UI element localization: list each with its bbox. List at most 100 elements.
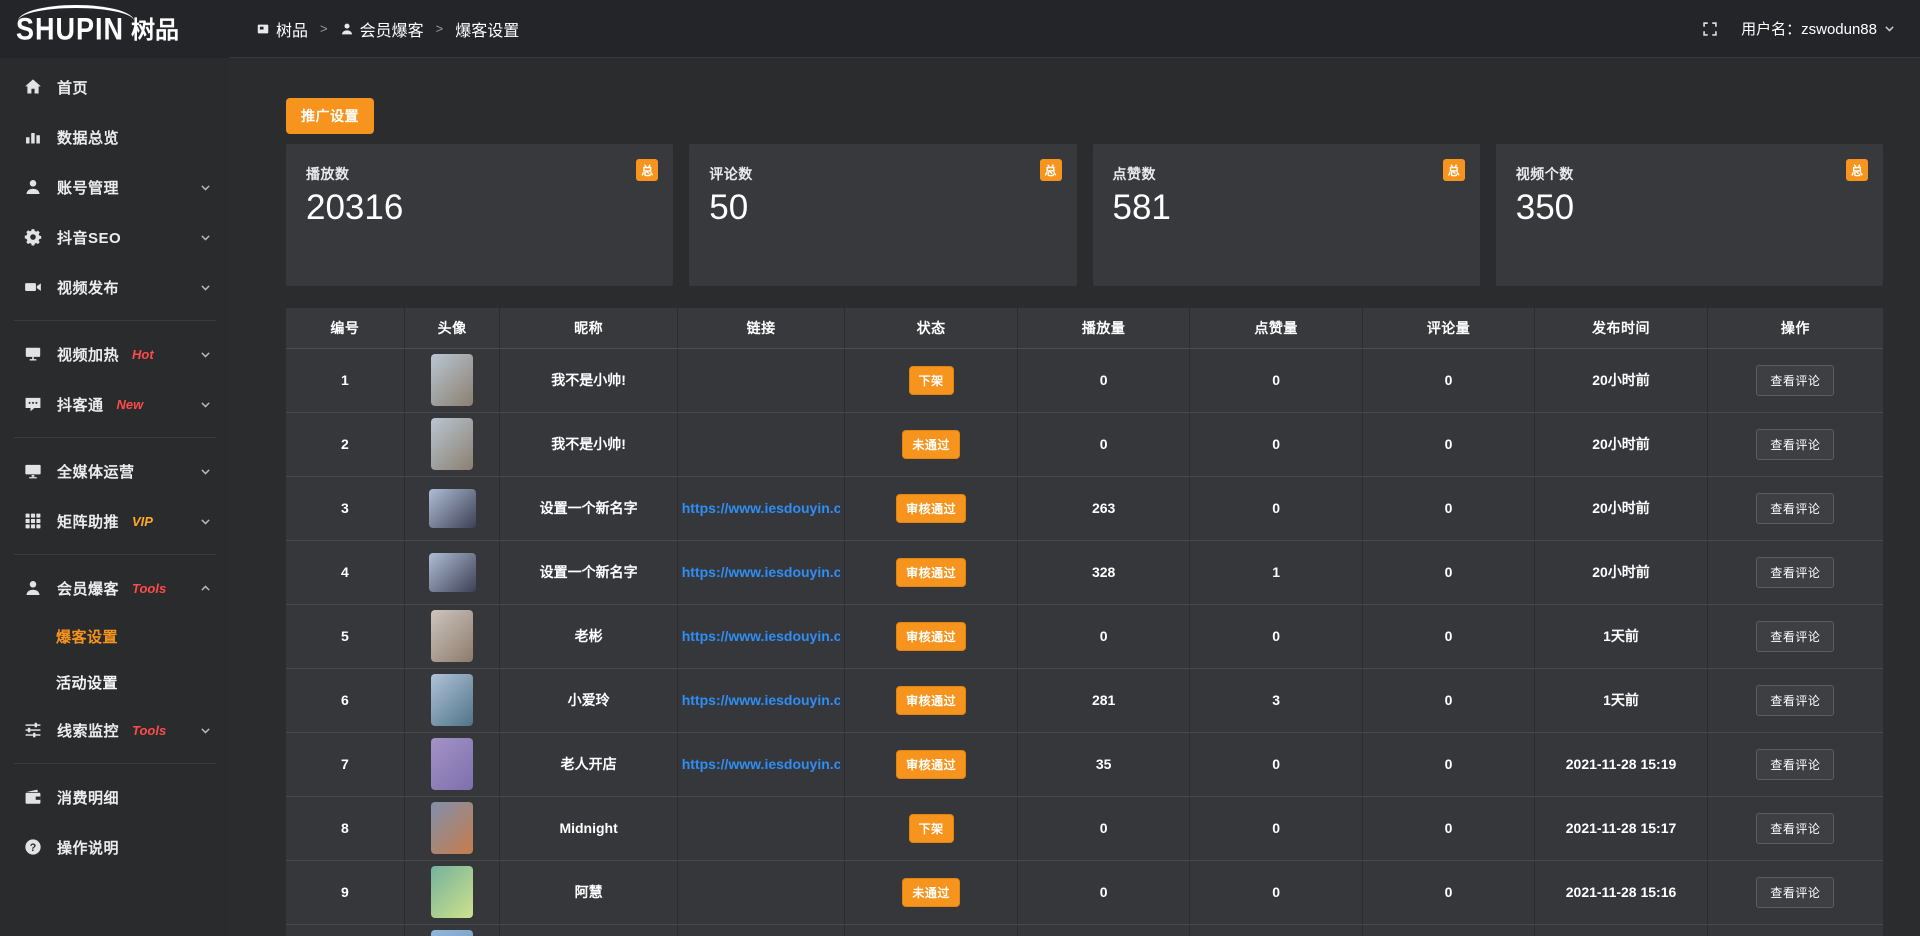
- sidebar: 首页数据总览账号管理抖音SEO 视频发布视频加热Hot抖客通New 全媒体运营矩阵助…: [0, 58, 230, 936]
- chevron-down-icon: [199, 398, 212, 411]
- breadcrumb-item-member[interactable]: 会员爆客: [340, 17, 424, 41]
- column-header: 链接: [677, 308, 845, 348]
- home-icon: [24, 78, 42, 96]
- user-icon: [24, 178, 42, 196]
- cell-status: [845, 924, 1017, 936]
- cell-comments: 0: [1362, 348, 1534, 412]
- cell-time: [1535, 924, 1707, 936]
- stat-value: 50: [709, 188, 1076, 228]
- table-row: 1我不是小帅!下架00020小时前查看评论: [286, 348, 1883, 412]
- username-menu[interactable]: 用户名：zswodun88: [1741, 18, 1896, 39]
- cell-link: [677, 348, 845, 412]
- sidebar-item-consume-detail[interactable]: 消费明细: [0, 772, 230, 822]
- member-icon: [24, 579, 42, 597]
- cell-plays: 0: [1017, 412, 1189, 476]
- cell-comments: 0: [1362, 860, 1534, 924]
- cell-status: 审核通过: [845, 476, 1017, 540]
- cell-likes: 0: [1190, 604, 1362, 668]
- cell-nickname: 小爱玲: [500, 668, 677, 732]
- view-comments-button[interactable]: 查看评论: [1756, 493, 1834, 524]
- sidebar-item-tag: New: [117, 397, 144, 412]
- table-row: 6小爱玲https://www.iesdouyin.c审核通过281301天前查…: [286, 668, 1883, 732]
- video-link[interactable]: https://www.iesdouyin.c: [682, 564, 841, 580]
- sidebar-item-video-heat[interactable]: 视频加热Hot: [0, 329, 230, 379]
- cell-avatar: [404, 540, 500, 604]
- sidebar-subitem-activity-settings[interactable]: 活动设置: [0, 659, 230, 705]
- cell-link: [677, 796, 845, 860]
- avatar: [431, 930, 473, 936]
- sidebar-item-member-baoke[interactable]: 会员爆客Tools: [0, 563, 230, 613]
- cell-likes: 0: [1190, 476, 1362, 540]
- cell-status: 审核通过: [845, 540, 1017, 604]
- column-header: 点赞量: [1190, 308, 1362, 348]
- sidebar-item-data-overview[interactable]: 数据总览: [0, 112, 230, 162]
- video-link[interactable]: https://www.iesdouyin.c: [682, 692, 841, 708]
- view-comments-button[interactable]: 查看评论: [1756, 429, 1834, 460]
- sidebar-item-video-publish[interactable]: 视频发布: [0, 262, 230, 312]
- sidebar-item-operation-help[interactable]: ?操作说明: [0, 822, 230, 872]
- cell-plays: 0: [1017, 860, 1189, 924]
- promo-settings-button[interactable]: 推广设置: [286, 98, 374, 134]
- view-comments-button[interactable]: 查看评论: [1756, 749, 1834, 780]
- brand-name-en: SHUPIN: [16, 12, 124, 48]
- sidebar-item-home[interactable]: 首页: [0, 62, 230, 112]
- breadcrumb-item-app[interactable]: 树品: [256, 17, 308, 41]
- status-badge: 审核通过: [896, 750, 966, 779]
- breadcrumb: 树品 > 会员爆客 > 爆客设置: [256, 17, 519, 41]
- sidebar-item-matrix-boost[interactable]: 矩阵助推VIP: [0, 496, 230, 546]
- view-comments-button[interactable]: 查看评论: [1756, 877, 1834, 908]
- view-comments-button[interactable]: 查看评论: [1756, 813, 1834, 844]
- chevron-down-icon: [1883, 22, 1896, 35]
- svg-text:?: ?: [30, 842, 37, 854]
- column-header: 状态: [845, 308, 1017, 348]
- cell-plays: 0: [1017, 348, 1189, 412]
- video-link[interactable]: https://www.iesdouyin.c: [682, 500, 841, 516]
- cell-plays: 0: [1017, 796, 1189, 860]
- view-comments-button[interactable]: 查看评论: [1756, 685, 1834, 716]
- sidebar-item-label: 消费明细: [57, 787, 119, 808]
- sidebar-item-clue-monitor[interactable]: 线索监控Tools: [0, 705, 230, 755]
- table-wrap: 编号头像昵称链接状态播放量点赞量评论量发布时间操作 1我不是小帅!下架00020…: [286, 308, 1883, 936]
- cell-status: 下架: [845, 796, 1017, 860]
- cell-nickname: 我不是小帅!: [500, 348, 677, 412]
- breadcrumb-separator: >: [318, 21, 330, 36]
- sidebar-item-douyin-seo[interactable]: 抖音SEO: [0, 212, 230, 262]
- status-badge: 下架: [909, 366, 954, 395]
- sidebar-subitem-baoke-settings[interactable]: 爆客设置: [0, 613, 230, 659]
- view-comments-button[interactable]: 查看评论: [1756, 365, 1834, 396]
- cell-comments: 0: [1362, 540, 1534, 604]
- cell-avatar: [404, 796, 500, 860]
- video-link[interactable]: https://www.iesdouyin.c: [682, 628, 841, 644]
- view-comments-button[interactable]: 查看评论: [1756, 557, 1834, 588]
- cell-comments: 0: [1362, 476, 1534, 540]
- video-link[interactable]: https://www.iesdouyin.c: [682, 756, 841, 772]
- sidebar-item-label: 视频发布: [57, 277, 119, 298]
- cell-num: 1: [286, 348, 404, 412]
- sidebar-item-douketong[interactable]: 抖客通New: [0, 379, 230, 429]
- cell-likes: 0: [1190, 732, 1362, 796]
- sidebar-item-label: 账号管理: [57, 177, 119, 198]
- total-badge: 总: [1846, 159, 1868, 181]
- cell-nickname: 设置一个新名字: [500, 476, 677, 540]
- status-badge: 未通过: [902, 430, 960, 459]
- fullscreen-icon[interactable]: [1701, 20, 1719, 38]
- sidebar-item-account-manage[interactable]: 账号管理: [0, 162, 230, 212]
- topbar-right: 用户名：zswodun88: [1701, 18, 1896, 39]
- cell-plays: 263: [1017, 476, 1189, 540]
- stat-card: 评论数50总: [689, 144, 1076, 286]
- table-row: 9阿慧未通过0002021-11-28 15:16查看评论: [286, 860, 1883, 924]
- cell-avatar: [404, 348, 500, 412]
- sidebar-item-media-operation[interactable]: 全媒体运营: [0, 446, 230, 496]
- cell-nickname: 老彬: [500, 604, 677, 668]
- sidebar-item-tag: Hot: [132, 347, 154, 362]
- video-icon: [24, 278, 42, 296]
- cell-status: 未通过: [845, 860, 1017, 924]
- cell-time: 20小时前: [1535, 540, 1707, 604]
- brand-logo: SHUPIN树品: [0, 0, 230, 58]
- cell-action: 查看评论: [1707, 732, 1883, 796]
- avatar: [431, 354, 473, 406]
- view-comments-button[interactable]: 查看评论: [1756, 621, 1834, 652]
- sidebar-menu: 首页数据总览账号管理抖音SEO 视频发布视频加热Hot抖客通New 全媒体运营矩阵助…: [0, 58, 230, 872]
- cell-comments: 0: [1362, 796, 1534, 860]
- sidebar-item-label: 全媒体运营: [57, 461, 135, 482]
